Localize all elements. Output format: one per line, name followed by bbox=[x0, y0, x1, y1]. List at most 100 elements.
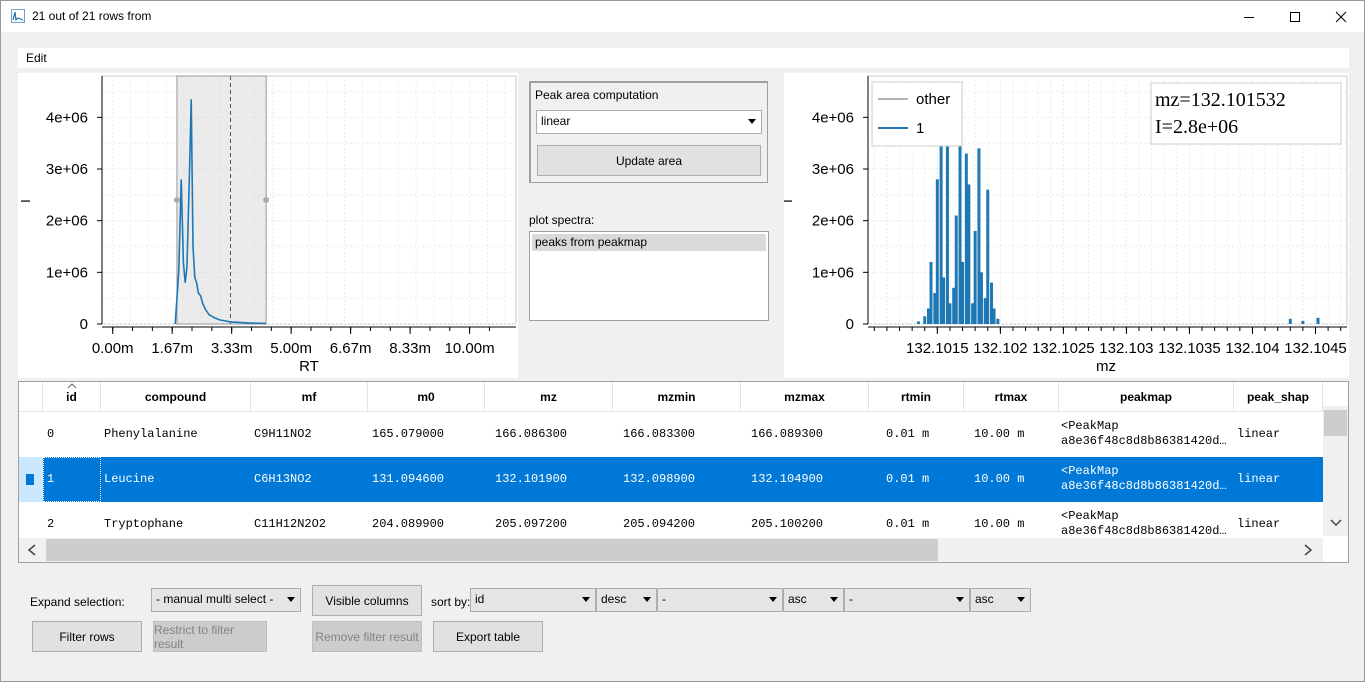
maximize-icon bbox=[1290, 11, 1300, 22]
expand-selection-label: Expand selection: bbox=[30, 595, 125, 609]
cell-mzmax: 132.104900 bbox=[751, 472, 824, 486]
filter-rows-button[interactable]: Filter rows bbox=[32, 621, 142, 652]
cell-rtmax: 10.00 m bbox=[974, 472, 1025, 486]
sort-order-2-select[interactable]: asc bbox=[783, 588, 844, 612]
sort-column-2-select[interactable]: - bbox=[657, 588, 783, 612]
column-header-m0[interactable]: m0 bbox=[368, 382, 485, 412]
sort-column-3-value: - bbox=[849, 592, 853, 606]
restrict-filter-button[interactable]: Restrict to filter result bbox=[153, 621, 267, 652]
column-header-peak-shape[interactable]: peak_shap bbox=[1234, 382, 1323, 412]
chevron-down-icon bbox=[643, 597, 651, 602]
x-tick-label: 3.33m bbox=[211, 340, 253, 357]
range-handle-right[interactable] bbox=[263, 197, 270, 203]
x-tick-label: 132.1035 bbox=[1158, 340, 1221, 357]
x-tick-label: 132.104 bbox=[1225, 340, 1279, 357]
sort-order-3-value: asc bbox=[975, 592, 994, 606]
horizontal-scroll-thumb[interactable] bbox=[46, 539, 938, 561]
cell-mzmin: 132.098900 bbox=[623, 472, 696, 486]
title-bar: 21 out of 21 rows from bbox=[1, 1, 1364, 32]
sort-order-3-select[interactable]: asc bbox=[970, 588, 1031, 612]
update-area-button[interactable]: Update area bbox=[537, 145, 761, 176]
rt-x-axis: 0.00m 1.67m 3.33m 5.00m 6.67m 8.33m 10.00m bbox=[92, 326, 516, 357]
minimize-icon bbox=[1244, 16, 1254, 18]
close-button[interactable] bbox=[1318, 1, 1364, 32]
minimize-button[interactable] bbox=[1226, 1, 1272, 32]
column-header-mzmin[interactable]: mzmin bbox=[613, 382, 741, 412]
cell-compound: Phenylalanine bbox=[104, 427, 198, 441]
cell-id: 0 bbox=[47, 427, 55, 441]
chevron-down-icon bbox=[769, 597, 777, 602]
column-header-mz[interactable]: mz bbox=[485, 382, 613, 412]
cell-peakmap-line2: a8e36f48c8d8b86381420d… bbox=[1061, 434, 1227, 448]
scroll-left-icon[interactable] bbox=[27, 544, 37, 556]
cell-compound: Leucine bbox=[104, 472, 155, 486]
sort-column-1-select[interactable]: id bbox=[470, 588, 596, 612]
scroll-right-icon[interactable] bbox=[1303, 544, 1313, 556]
mz-bar bbox=[1316, 317, 1320, 324]
window-title: 21 out of 21 rows from bbox=[32, 9, 152, 23]
y-tick-label: 1e+06 bbox=[46, 264, 88, 281]
mz-ylabel: I bbox=[784, 199, 795, 203]
scroll-down-icon[interactable] bbox=[1330, 518, 1342, 528]
y-tick-label: 2e+06 bbox=[46, 213, 88, 230]
annotation-mz: mz=132.101532 bbox=[1155, 89, 1286, 111]
chevron-down-icon bbox=[1017, 597, 1025, 602]
rt-chart[interactable]: 4e+06 3e+06 2e+06 1e+06 0 0.00m 1.67m 3.33m 5.0… bbox=[18, 73, 518, 378]
x-tick-label: 132.1025 bbox=[1032, 340, 1095, 357]
range-handle-left[interactable] bbox=[173, 197, 180, 203]
cell-mzmax: 205.100200 bbox=[751, 517, 824, 531]
mz-bar bbox=[961, 262, 965, 324]
maximize-button[interactable] bbox=[1272, 1, 1318, 32]
visible-columns-button[interactable]: Visible columns bbox=[312, 585, 422, 616]
cell-mzmax: 166.089300 bbox=[751, 427, 824, 441]
cell-rtmin: 0.01 m bbox=[886, 427, 930, 441]
sort-order-1-select[interactable]: desc bbox=[596, 588, 657, 612]
chevron-down-icon bbox=[830, 597, 838, 602]
column-header-rtmin[interactable]: rtmin bbox=[869, 382, 964, 412]
expand-selection-select[interactable]: - manual multi select - bbox=[151, 588, 301, 612]
mz-chart[interactable]: 4e+06 3e+06 2e+06 1e+06 0 132.1015 132.102 132… bbox=[784, 73, 1349, 378]
cell-peak-shape: linear bbox=[1237, 517, 1281, 531]
column-header-peakmap[interactable]: peakmap bbox=[1059, 382, 1234, 412]
mz-x-axis: 132.1015 132.102 132.1025 132.103 132.1035 13… bbox=[868, 326, 1347, 357]
y-tick-label: 3e+06 bbox=[812, 161, 854, 178]
column-header-mf[interactable]: mf bbox=[251, 382, 368, 412]
vertical-scroll-thumb[interactable] bbox=[1324, 410, 1347, 436]
export-table-button[interactable]: Export table bbox=[433, 621, 543, 652]
mz-bar bbox=[942, 277, 946, 324]
column-header-compound[interactable]: compound bbox=[101, 382, 251, 412]
cell-id: 1 bbox=[47, 472, 55, 486]
cell-mzmin: 166.083300 bbox=[623, 427, 696, 441]
x-tick-label: 132.1015 bbox=[906, 340, 969, 357]
vertical-scrollbar[interactable] bbox=[1323, 406, 1348, 536]
plot-spectra-list[interactable]: peaks from peakmap bbox=[529, 231, 769, 321]
expand-selection-value: - manual multi select - bbox=[156, 592, 274, 606]
x-tick-label: 10.00m bbox=[445, 340, 495, 357]
sort-column-3-select[interactable]: - bbox=[844, 588, 970, 612]
annotation-intensity: I=2.8e+06 bbox=[1155, 116, 1238, 138]
sort-by-label: sort by: bbox=[431, 595, 471, 609]
table-row-selected[interactable]: 1 Leucine C6H13NO2 131.094600 132.101900… bbox=[43, 457, 1323, 502]
column-header-mzmax[interactable]: mzmax bbox=[741, 382, 869, 412]
mz-bar bbox=[996, 318, 1000, 324]
list-item[interactable]: peaks from peakmap bbox=[532, 234, 766, 251]
remove-filter-button[interactable]: Remove filter result bbox=[312, 621, 422, 652]
x-tick-label: 132.103 bbox=[1099, 340, 1153, 357]
y-tick-label: 0 bbox=[80, 316, 88, 333]
y-tick-label: 4e+06 bbox=[46, 109, 88, 126]
cell-peak-shape: linear bbox=[1237, 427, 1281, 441]
corner-button[interactable] bbox=[19, 382, 43, 412]
cell-peakmap-line2: a8e36f48c8d8b86381420d… bbox=[1061, 479, 1227, 493]
cell-m0: 204.089900 bbox=[372, 517, 445, 531]
sort-column-2-value: - bbox=[662, 592, 666, 606]
menu-edit[interactable]: Edit bbox=[26, 51, 47, 65]
mz-bar bbox=[973, 231, 977, 324]
horizontal-scrollbar[interactable] bbox=[19, 538, 1323, 562]
table-row[interactable]: 0 Phenylalanine C9H11NO2 165.079000 166.… bbox=[43, 412, 1323, 457]
peak-method-select[interactable]: linear bbox=[536, 110, 762, 134]
rt-ylabel: I bbox=[18, 199, 33, 203]
row-header-selected[interactable] bbox=[19, 457, 43, 502]
column-header-rtmax[interactable]: rtmax bbox=[964, 382, 1059, 412]
cell-rtmin: 0.01 m bbox=[886, 472, 930, 486]
cell-compound: Tryptophane bbox=[104, 517, 184, 531]
